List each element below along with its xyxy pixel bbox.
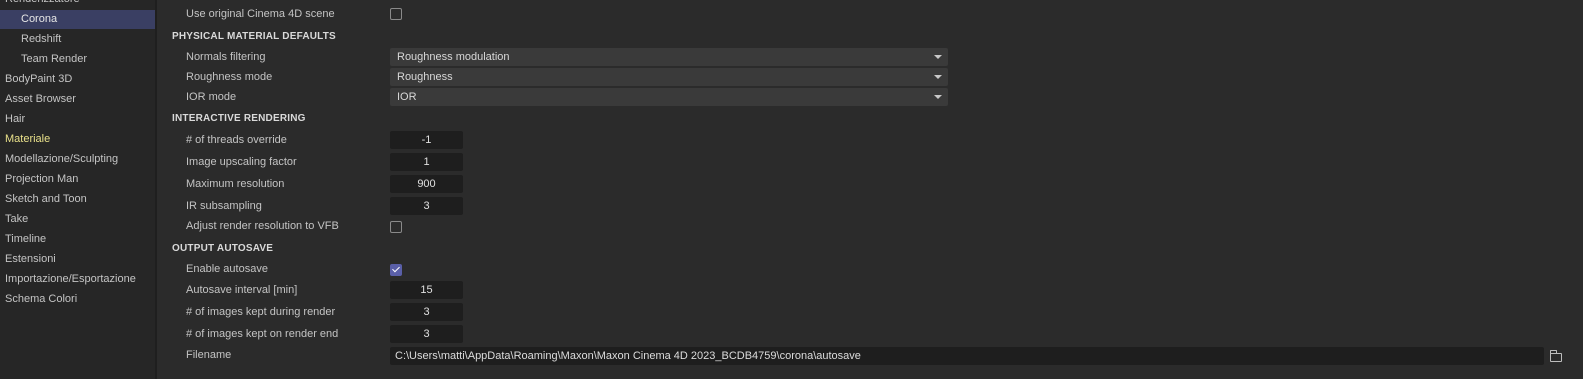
sidebar-item-redshift[interactable]: Redshift	[0, 30, 155, 49]
sidebar-item-schema-colori[interactable]: Schema Colori	[0, 290, 155, 309]
upscaling-factor-label: Image upscaling factor	[186, 156, 297, 168]
max-resolution-field[interactable]: 900	[390, 175, 463, 193]
ior-mode-value: IOR	[397, 91, 417, 103]
normals-filtering-dropdown[interactable]: Roughness modulation	[390, 48, 948, 66]
normals-filtering-label: Normals filtering	[186, 51, 266, 63]
enable-autosave-checkbox[interactable]	[390, 264, 402, 276]
enable-autosave-label: Enable autosave	[186, 263, 268, 275]
sidebar-item-projection-man[interactable]: Projection Man	[0, 170, 155, 189]
chevron-down-icon	[934, 95, 942, 99]
folder-icon[interactable]	[1550, 350, 1562, 362]
roughness-mode-dropdown[interactable]: Roughness	[390, 68, 948, 86]
section-interactive-rendering: INTERACTIVE RENDERING	[172, 113, 306, 124]
use-original-scene-label: Use original Cinema 4D scene	[186, 8, 335, 20]
sidebar-item-renderizzatore[interactable]: Renderizzatore	[0, 0, 155, 9]
max-resolution-label: Maximum resolution	[186, 178, 285, 190]
ir-subsampling-field[interactable]: 3	[390, 197, 463, 215]
adjust-vfb-label: Adjust render resolution to VFB	[186, 220, 339, 232]
sidebar-item-sketch-toon[interactable]: Sketch and Toon	[0, 190, 155, 209]
images-render-end-field[interactable]: 3	[390, 325, 463, 343]
roughness-mode-value: Roughness	[397, 71, 453, 83]
autosave-interval-label: Autosave interval [min]	[186, 284, 298, 296]
sidebar-item-asset-browser[interactable]: Asset Browser	[0, 90, 155, 109]
normals-filtering-value: Roughness modulation	[397, 51, 510, 63]
sidebar-item-importazione[interactable]: Importazione/Esportazione	[0, 270, 155, 289]
ior-mode-label: IOR mode	[186, 91, 237, 103]
chevron-down-icon	[934, 75, 942, 79]
images-render-end-label: # of images kept on render end	[186, 328, 339, 340]
sidebar-item-team-render[interactable]: Team Render	[0, 50, 155, 69]
ir-subsampling-label: IR subsampling	[186, 200, 262, 212]
filename-field[interactable]: C:\Users\matti\AppData\Roaming\Maxon\Max…	[390, 347, 1544, 365]
ior-mode-dropdown[interactable]: IOR	[390, 88, 948, 106]
sidebar-item-modellazione[interactable]: Modellazione/Sculpting	[0, 150, 155, 169]
settings-panel: Use original Cinema 4D scene PHYSICAL MA…	[157, 0, 1583, 379]
upscaling-factor-field[interactable]: 1	[390, 153, 463, 171]
sidebar-item-materiale[interactable]: Materiale	[0, 130, 155, 149]
sidebar-item-take[interactable]: Take	[0, 210, 155, 229]
autosave-interval-field[interactable]: 15	[390, 281, 463, 299]
sidebar-item-hair[interactable]: Hair	[0, 110, 155, 129]
roughness-mode-label: Roughness mode	[186, 71, 273, 83]
sidebar-item-estensioni[interactable]: Estensioni	[0, 250, 155, 269]
threads-override-label: # of threads override	[186, 134, 287, 146]
chevron-down-icon	[934, 55, 942, 59]
sidebar-item-corona[interactable]: Corona	[0, 10, 155, 29]
preferences-sidebar: Renderizzatore Corona Redshift Team Rend…	[0, 0, 157, 379]
sidebar-item-bodypaint[interactable]: BodyPaint 3D	[0, 70, 155, 89]
threads-override-field[interactable]: -1	[390, 131, 463, 149]
images-during-render-label: # of images kept during render	[186, 306, 336, 318]
sidebar-item-timeline[interactable]: Timeline	[0, 230, 155, 249]
use-original-scene-checkbox[interactable]	[390, 8, 402, 20]
adjust-vfb-checkbox[interactable]	[390, 221, 402, 233]
filename-label: Filename	[186, 349, 232, 361]
images-during-render-field[interactable]: 3	[390, 303, 463, 321]
section-output-autosave: OUTPUT AUTOSAVE	[172, 243, 274, 254]
section-physical-material: PHYSICAL MATERIAL DEFAULTS	[172, 31, 336, 42]
